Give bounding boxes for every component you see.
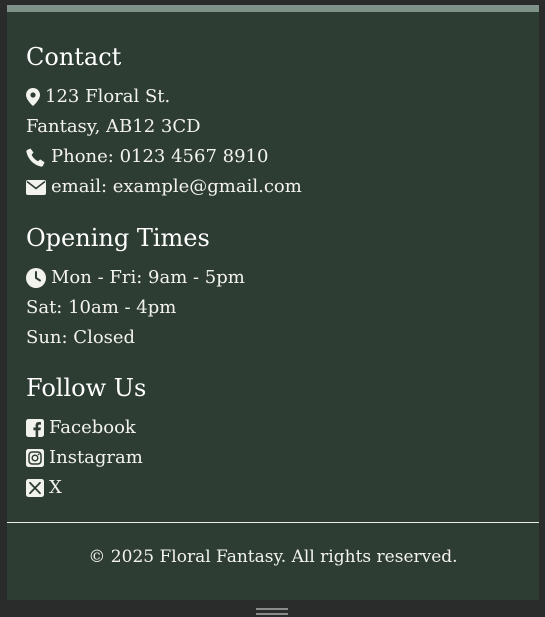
copyright-text: © 2025 Floral Fantasy. All rights reserv… [88, 547, 458, 567]
x-icon [26, 479, 44, 497]
clock-icon [26, 268, 46, 288]
opening-times-section: Opening Times Mon - Fri: 9am - 5pm Sat: … [26, 223, 245, 353]
contact-section: Contact 123 Floral St. Fantasy, AB12 3CD… [26, 42, 302, 202]
footer-divider [7, 522, 539, 523]
saturday-hours-line: Sat: 10am - 4pm [26, 293, 245, 323]
email-line: email: example@gmail.com [26, 172, 302, 202]
contact-heading: Contact [26, 43, 122, 71]
facebook-link[interactable]: Facebook [26, 413, 146, 443]
top-strip [7, 5, 539, 12]
phone-text: Phone: 0123 4567 8910 [51, 146, 269, 167]
follow-us-section: Follow Us Facebook Instagram X [26, 373, 146, 503]
phone-icon [26, 148, 45, 167]
weekday-hours-line: Mon - Fri: 9am - 5pm [26, 263, 245, 293]
sunday-hours: Sun: Closed [26, 327, 136, 348]
envelope-icon [26, 179, 46, 195]
instagram-label: Instagram [49, 447, 143, 468]
address-line: 123 Floral St. [26, 82, 302, 112]
x-label: X [49, 477, 62, 498]
map-marker-icon [26, 88, 40, 106]
opening-times-heading: Opening Times [26, 224, 210, 252]
address-line1: 123 Floral St. [45, 86, 171, 107]
facebook-icon [26, 419, 44, 437]
instagram-link[interactable]: Instagram [26, 443, 146, 473]
phone-line: Phone: 0123 4567 8910 [26, 142, 302, 172]
app-frame: Contact 123 Floral St. Fantasy, AB12 3CD… [0, 0, 545, 617]
sunday-hours-line: Sun: Closed [26, 323, 245, 353]
x-link[interactable]: X [26, 473, 146, 503]
site-footer: Contact 123 Floral St. Fantasy, AB12 3CD… [7, 12, 539, 600]
weekday-hours: Mon - Fri: 9am - 5pm [51, 267, 245, 288]
follow-us-heading: Follow Us [26, 374, 147, 402]
resize-handle[interactable] [256, 608, 288, 617]
saturday-hours: Sat: 10am - 4pm [26, 297, 177, 318]
email-text[interactable]: email: example@gmail.com [51, 172, 302, 202]
instagram-icon [26, 449, 44, 467]
address-line2: Fantasy, AB12 3CD [26, 116, 201, 137]
facebook-label: Facebook [49, 417, 136, 438]
address-line2-row: Fantasy, AB12 3CD [26, 112, 302, 142]
